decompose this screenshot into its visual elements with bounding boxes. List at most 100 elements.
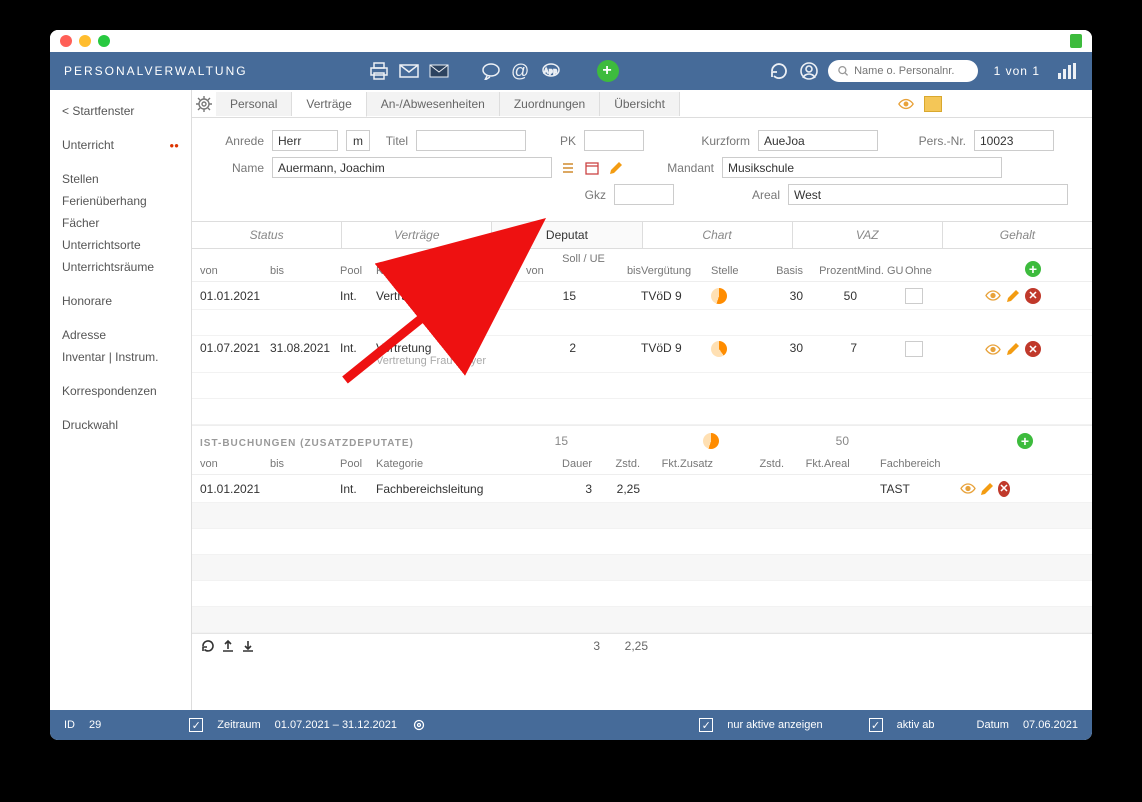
pie-chart-icon: [703, 433, 719, 449]
list-icon[interactable]: [560, 160, 576, 176]
at-icon[interactable]: @: [510, 60, 532, 82]
ohne-checkbox[interactable]: [905, 288, 923, 304]
main-tabs: Personal Verträge An-/Abwesenheiten Zuor…: [192, 90, 1092, 118]
gear-icon[interactable]: [411, 717, 427, 733]
ohne-checkbox[interactable]: [905, 341, 923, 357]
minimize-window[interactable]: [79, 35, 91, 47]
eye-icon[interactable]: [985, 288, 1001, 304]
record-counter: 1 von 1: [994, 64, 1040, 78]
sidebar-item[interactable]: Druckwahl: [50, 414, 191, 436]
note-icon[interactable]: [924, 96, 942, 112]
search-box[interactable]: [828, 60, 978, 82]
zeitraum-checkbox[interactable]: [189, 718, 203, 732]
close-window[interactable]: [60, 35, 72, 47]
add-deputat-button[interactable]: +: [1025, 261, 1041, 277]
sidebar-item[interactable]: Stellen: [50, 168, 191, 190]
app-bubble-icon[interactable]: App: [540, 60, 562, 82]
subtab-deputat[interactable]: Deputat: [492, 222, 642, 248]
pencil-icon[interactable]: [1005, 288, 1021, 304]
name-label: Name: [210, 161, 264, 175]
stats-icon[interactable]: [1056, 60, 1078, 82]
app-title: PERSONALVERWALTUNG: [64, 64, 248, 78]
delete-button[interactable]: ✕: [1025, 341, 1041, 357]
mandant-input[interactable]: [722, 157, 1002, 178]
sms-bubble-icon[interactable]: [480, 60, 502, 82]
pencil-icon[interactable]: [980, 481, 994, 497]
deputat-table-row[interactable]: 01.07.2021 31.08.2021 Int. Vertretung Ve…: [192, 336, 1092, 373]
sidebar-back[interactable]: < Startfenster: [50, 100, 191, 122]
settings-gear-icon[interactable]: [192, 96, 216, 112]
eye-icon[interactable]: [985, 341, 1001, 357]
refresh-icon[interactable]: [768, 60, 790, 82]
areal-input[interactable]: [788, 184, 1068, 205]
aktiv-ab-label: aktiv ab: [897, 719, 935, 731]
ist-table-row[interactable]: 01.01.2021 Int. Fachbereichsleitung 3 2,…: [192, 475, 1092, 503]
sidebar-item[interactable]: Fächer: [50, 212, 191, 234]
ist-table-head: von bis Pool Kategorie Dauer Zstd. Fkt. …: [192, 454, 1092, 475]
user-circle-icon[interactable]: [798, 60, 820, 82]
deputat-table-row[interactable]: 01.01.2021 Int. Vertrag 15 TVöD 9 30 50: [192, 282, 1092, 310]
titel-label: Titel: [378, 134, 408, 148]
subtab-status[interactable]: Status: [192, 222, 342, 248]
subtab-gehalt[interactable]: Gehalt: [943, 222, 1092, 248]
calendar-icon[interactable]: [584, 160, 600, 176]
tab-zuordnungen[interactable]: Zuordnungen: [500, 92, 600, 116]
sidebar-item[interactable]: Ferienüberhang: [50, 190, 191, 212]
pie-chart-icon: [711, 341, 727, 357]
kurzform-input[interactable]: [758, 130, 878, 151]
mail-icon[interactable]: [398, 60, 420, 82]
eye-icon[interactable]: [898, 96, 914, 112]
tab-personal[interactable]: Personal: [216, 92, 292, 116]
persnr-label: Pers.-Nr.: [886, 134, 966, 148]
sidebar-item[interactable]: Korrespondenzen: [50, 380, 191, 402]
sidebar: < Startfenster Unterricht●● Stellen Feri…: [50, 90, 192, 710]
datum-label: Datum: [977, 719, 1009, 731]
pencil-icon[interactable]: [608, 160, 624, 176]
search-icon: [838, 65, 848, 77]
titlebar: [50, 30, 1092, 52]
delete-button[interactable]: ✕: [1025, 288, 1041, 304]
pk-label: PK: [534, 134, 576, 148]
name-input[interactable]: [272, 157, 552, 178]
nur-aktive-label: nur aktive anzeigen: [727, 719, 822, 731]
titel-input[interactable]: [416, 130, 526, 151]
sidebar-item[interactable]: Inventar | Instrum.: [50, 346, 191, 368]
mail-dark-icon[interactable]: [428, 60, 450, 82]
tab-uebersicht[interactable]: Übersicht: [600, 92, 680, 116]
sidebar-item[interactable]: Unterrichtsorte: [50, 234, 191, 256]
anrede-label: Anrede: [210, 134, 264, 148]
zoom-window[interactable]: [98, 35, 110, 47]
sub-tabs: Status Verträge Deputat Chart VAZ Gehalt: [192, 221, 1092, 249]
aktiv-ab-checkbox[interactable]: [869, 718, 883, 732]
footer-bar: ID 29 Zeitraum 01.07.2021 – 31.12.2021 n…: [50, 710, 1092, 740]
subtab-vaz[interactable]: VAZ: [793, 222, 943, 248]
persnr-input[interactable]: [974, 130, 1054, 151]
person-form: Anrede Titel PK Kurzform Pers.-Nr. Name: [192, 118, 1092, 221]
sidebar-item[interactable]: Honorare: [50, 290, 191, 312]
sidebar-item[interactable]: Unterrichtsräume: [50, 256, 191, 278]
sidebar-item[interactable]: Unterricht●●: [50, 134, 191, 156]
search-input[interactable]: [854, 65, 968, 77]
add-record-button[interactable]: +: [597, 60, 619, 82]
content-area: Personal Verträge An-/Abwesenheiten Zuor…: [192, 90, 1092, 710]
print-icon[interactable]: [368, 60, 390, 82]
pk-input[interactable]: [584, 130, 644, 151]
gkz-input[interactable]: [614, 184, 674, 205]
id-value: 29: [89, 719, 101, 731]
pencil-icon[interactable]: [1005, 341, 1021, 357]
delete-button[interactable]: ✕: [998, 481, 1010, 497]
header-bar: PERSONALVERWALTUNG @ App + 1 von 1: [50, 52, 1092, 90]
anrede-input[interactable]: [272, 130, 338, 151]
add-ist-button[interactable]: +: [1017, 433, 1033, 449]
zeitraum-value: 01.07.2021 – 31.12.2021: [275, 719, 397, 731]
eye-icon[interactable]: [960, 481, 976, 497]
sidebar-item[interactable]: Adresse: [50, 324, 191, 346]
subtab-vertraege[interactable]: Verträge: [342, 222, 492, 248]
subtab-chart[interactable]: Chart: [643, 222, 793, 248]
tab-abwesenheiten[interactable]: An-/Abwesenheiten: [367, 92, 500, 116]
mandant-label: Mandant: [654, 161, 714, 175]
tab-vertraege[interactable]: Verträge: [292, 92, 366, 117]
nur-aktive-checkbox[interactable]: [699, 718, 713, 732]
kurzform-label: Kurzform: [690, 134, 750, 148]
anrede-m-input[interactable]: [346, 130, 370, 151]
